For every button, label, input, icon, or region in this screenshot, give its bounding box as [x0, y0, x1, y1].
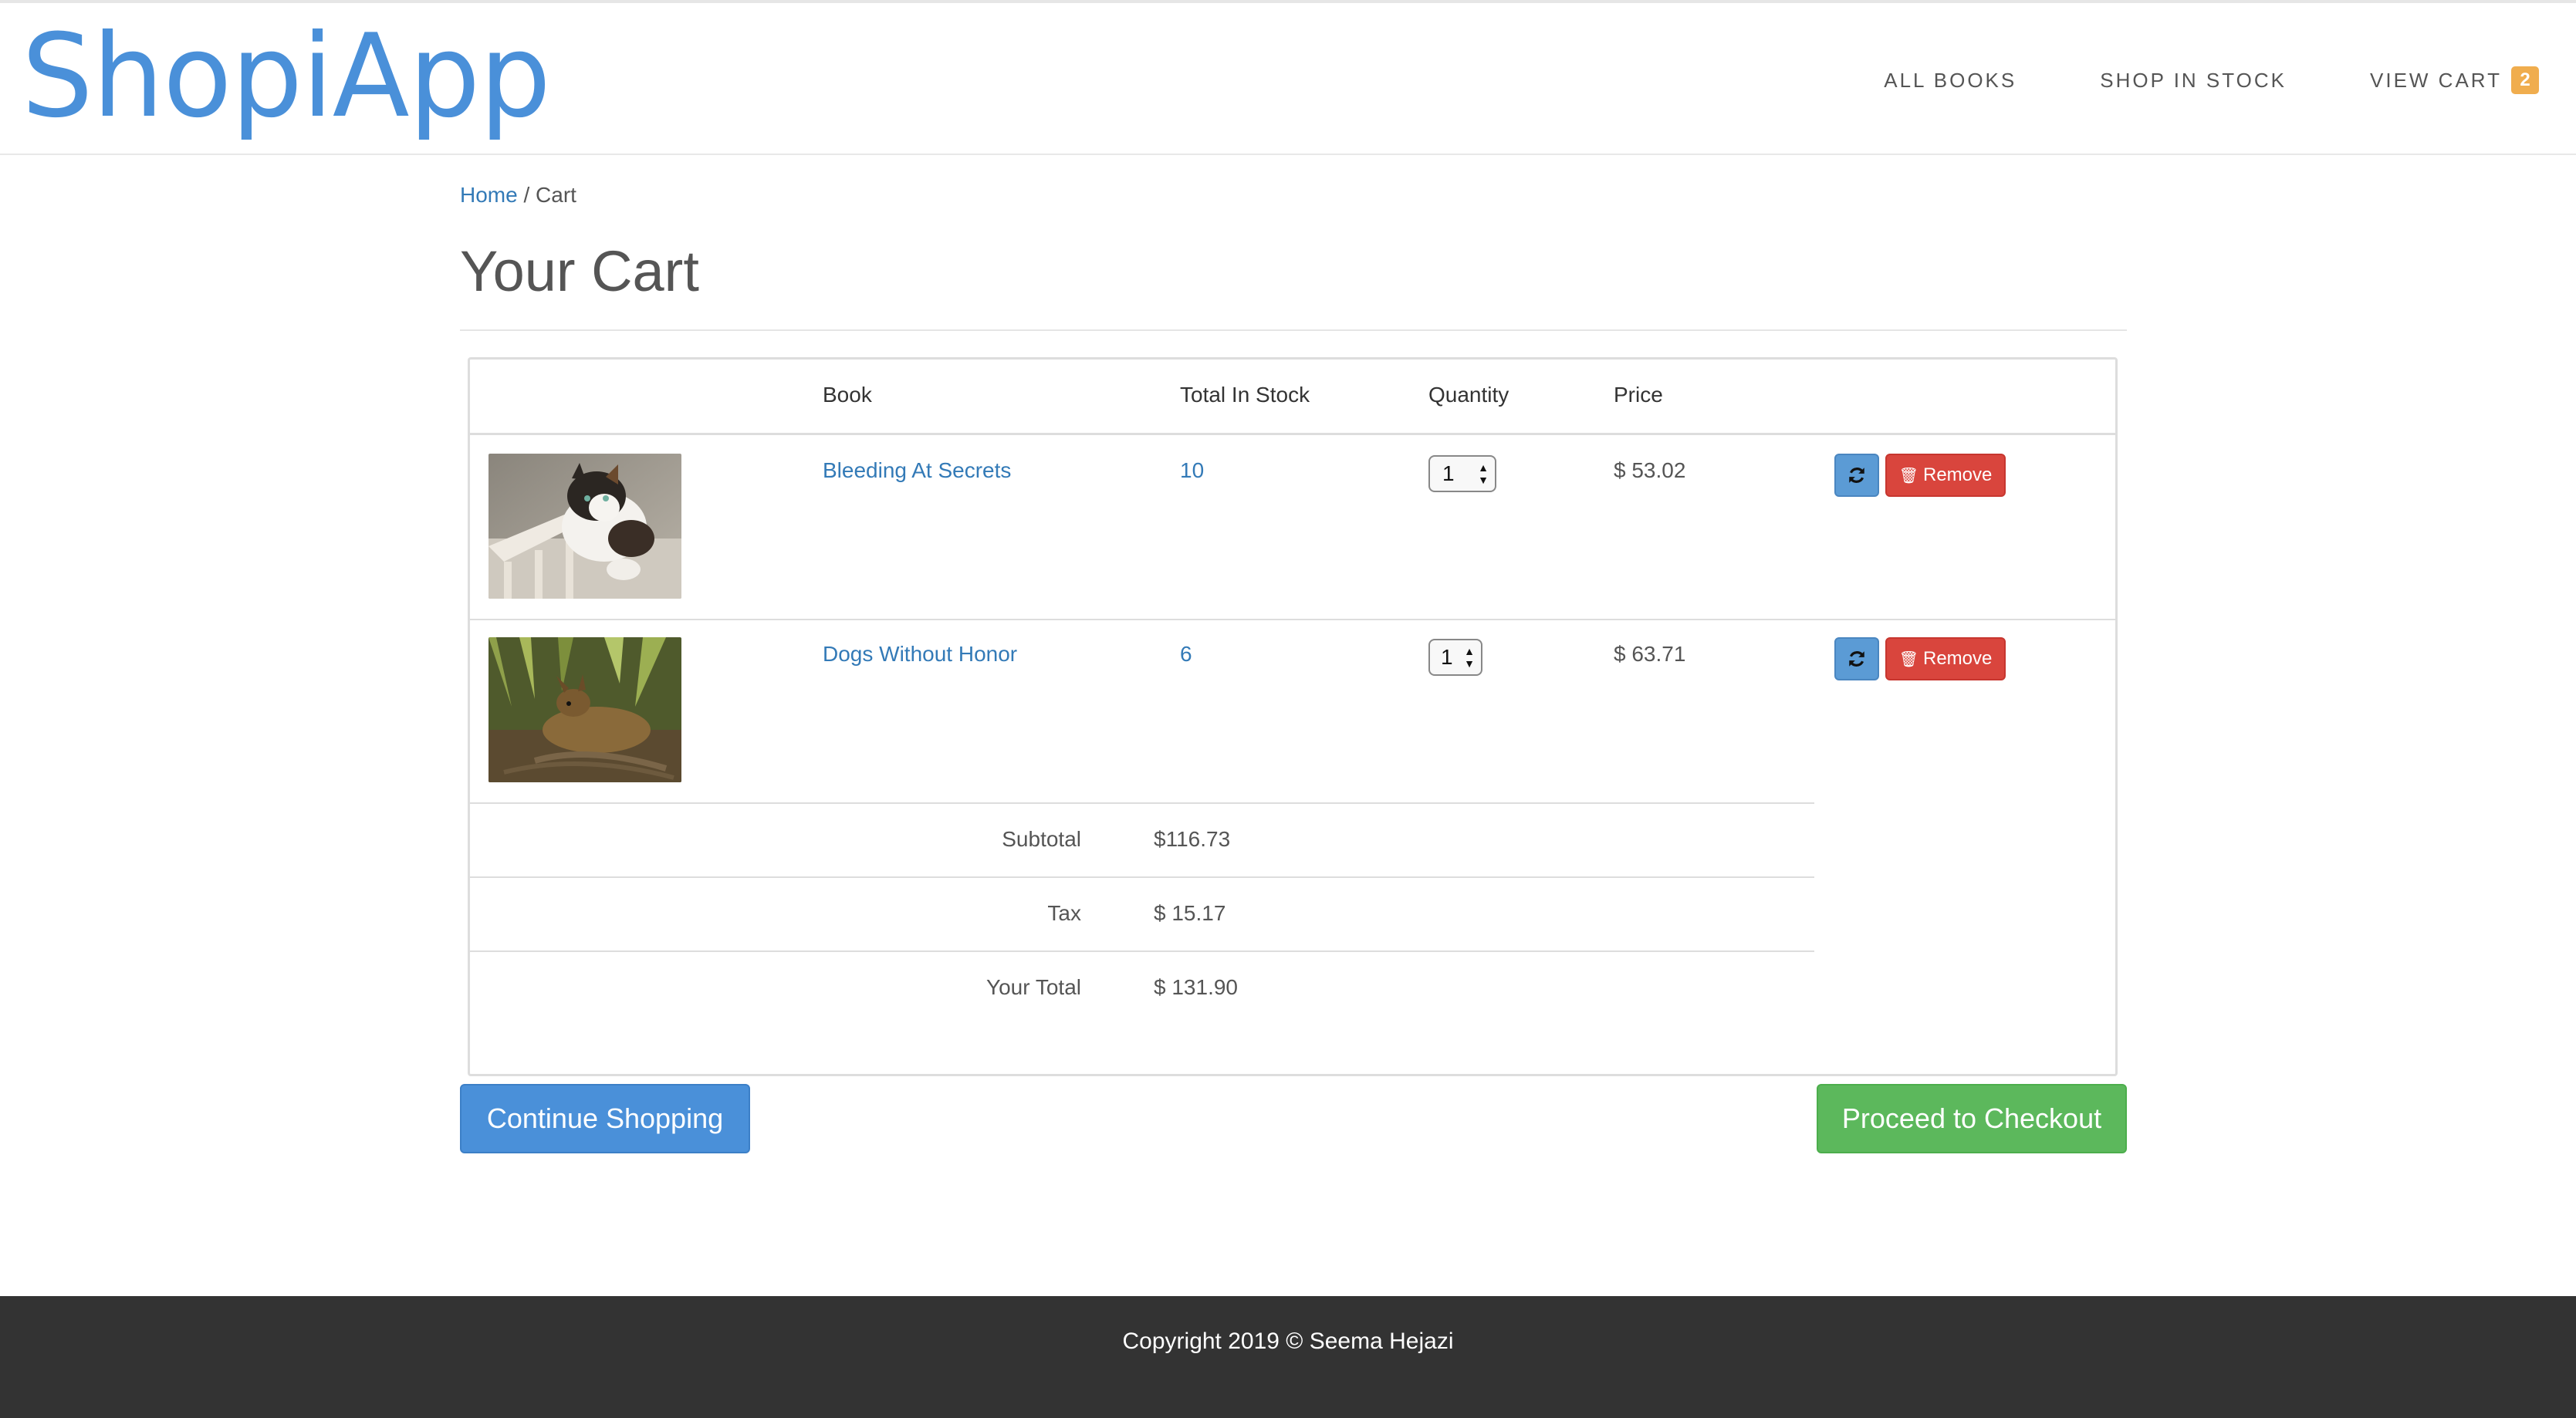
quantity-value: 1 — [1441, 645, 1453, 669]
quantity-value: 1 — [1442, 461, 1455, 485]
cart-count-badge: 2 — [2511, 66, 2539, 94]
header-total-in-stock: Total In Stock — [1180, 383, 1310, 407]
update-quantity-button[interactable] — [1834, 454, 1879, 497]
nav-view-cart[interactable]: VIEW CART 2 — [2370, 66, 2539, 94]
stock-count-link[interactable]: 6 — [1180, 642, 1192, 667]
tax-row: Tax $ 15.17 — [470, 876, 1814, 950]
subtotal-row: Subtotal $116.73 — [470, 802, 1814, 876]
refresh-icon — [1849, 651, 1864, 667]
stock-count-link[interactable]: 10 — [1180, 458, 1204, 483]
nav-view-cart-label: VIEW CART — [2370, 68, 2502, 92]
nav-all-books[interactable]: ALL BOOKS — [1884, 69, 2017, 93]
header-price: Price — [1614, 383, 1663, 407]
breadcrumb: Home / Cart — [460, 183, 576, 208]
title-divider — [460, 329, 2127, 331]
main-nav: ALL BOOKS SHOP IN STOCK VIEW CART 2 — [1884, 66, 2539, 94]
price-value: $ 63.71 — [1614, 642, 1686, 666]
table-row: Dogs Without Honor 6 1 ▲ ▼ $ 63.71 🗑 Remo… — [470, 619, 2115, 802]
trash-icon: 🗑 — [1898, 650, 1918, 668]
brand-logo[interactable]: ShopiApp — [22, 19, 551, 134]
quantity-select[interactable]: 1 ▲ ▼ — [1428, 455, 1496, 492]
subtotal-label: Subtotal — [1002, 827, 1081, 851]
site-header: ShopiApp ALL BOOKS SHOP IN STOCK VIEW CA… — [0, 3, 2576, 155]
remove-label: Remove — [1923, 648, 1993, 669]
refresh-icon — [1849, 468, 1864, 483]
breadcrumb-separator: / — [517, 183, 536, 207]
page-title: Your Cart — [460, 239, 699, 303]
tax-label: Tax — [1047, 901, 1081, 925]
remove-button[interactable]: 🗑 Remove — [1885, 637, 2006, 680]
subtotal-value: $116.73 — [1154, 827, 1231, 851]
nav-shop-in-stock[interactable]: SHOP IN STOCK — [2100, 69, 2287, 93]
proceed-to-checkout-button[interactable]: Proceed to Checkout — [1817, 1084, 2127, 1153]
deer-photo — [488, 637, 681, 782]
book-title-link[interactable]: Dogs Without Honor — [823, 642, 1017, 667]
continue-shopping-button[interactable]: Continue Shopping — [460, 1084, 750, 1153]
breadcrumb-current: Cart — [536, 183, 576, 207]
update-quantity-button[interactable] — [1834, 637, 1879, 680]
spinner-arrows-icon: ▲ ▼ — [1478, 461, 1489, 486]
breadcrumb-home-link[interactable]: Home — [460, 183, 518, 207]
trash-icon: 🗑 — [1898, 467, 1918, 484]
header-book: Book — [823, 383, 872, 407]
table-header: Book Total In Stock Quantity Price — [470, 360, 2115, 435]
total-row: Your Total $ 131.90 — [470, 950, 1814, 1025]
quantity-select[interactable]: 1 ▲ ▼ — [1428, 639, 1482, 676]
table-row: Bleeding At Secrets 10 1 ▲ ▼ $ 53.02 🗑 Re… — [470, 435, 2115, 619]
cart-table: Book Total In Stock Quantity Price Bleed… — [468, 357, 2118, 1076]
book-thumbnail — [488, 637, 681, 782]
site-footer: Copyright 2019 © Seema Hejazi — [0, 1296, 2576, 1418]
book-title-link[interactable]: Bleeding At Secrets — [823, 458, 1011, 483]
total-label: Your Total — [986, 975, 1081, 999]
total-value: $ 131.90 — [1154, 975, 1238, 999]
cat-photo — [488, 454, 681, 599]
remove-button[interactable]: 🗑 Remove — [1885, 454, 2006, 497]
price-value: $ 53.02 — [1614, 458, 1686, 482]
book-thumbnail — [488, 454, 681, 599]
spinner-arrows-icon: ▲ ▼ — [1464, 645, 1475, 670]
copyright-text: Copyright 2019 © Seema Hejazi — [1122, 1329, 1454, 1354]
tax-value: $ 15.17 — [1154, 901, 1226, 925]
header-quantity: Quantity — [1428, 383, 1509, 407]
remove-label: Remove — [1923, 464, 1993, 485]
